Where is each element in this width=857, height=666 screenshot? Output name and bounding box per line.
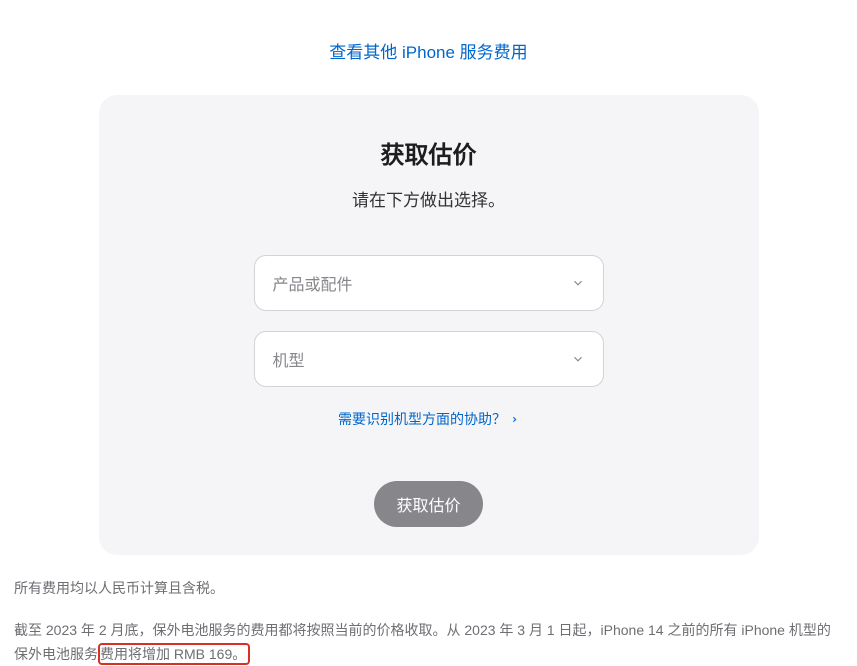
footer-disclaimer-currency: 所有费用均以人民币计算且含税。 [14,577,843,601]
price-increase-highlight: 费用将增加 RMB 169。 [98,643,250,665]
get-estimate-button[interactable]: 获取估价 [374,481,482,527]
chevron-down-icon [571,276,585,290]
footer-disclaimer-price: 截至 2023 年 2 月底，保外电池服务的费用都将按照当前的价格收取。从 20… [14,619,843,666]
estimate-card: 获取估价 请在下方做出选择。 产品或配件 机型 需要识别机型方面的协助？ 获取估… [99,95,759,555]
identify-model-help-link[interactable]: 需要识别机型方面的协助？ [338,409,519,429]
product-select[interactable]: 产品或配件 [254,255,604,311]
model-select-placeholder: 机型 [273,347,305,371]
card-title: 获取估价 [381,135,477,170]
product-select-placeholder: 产品或配件 [273,271,353,295]
chevron-right-icon [510,415,519,424]
other-iphone-fees-link[interactable]: 查看其他 iPhone 服务费用 [329,38,527,63]
help-link-text: 需要识别机型方面的协助？ [338,409,506,429]
model-select[interactable]: 机型 [254,331,604,387]
footer: 所有费用均以人民币计算且含税。 截至 2023 年 2 月底，保外电池服务的费用… [0,555,857,666]
chevron-down-icon [571,352,585,366]
card-subtitle: 请在下方做出选择。 [352,186,505,211]
